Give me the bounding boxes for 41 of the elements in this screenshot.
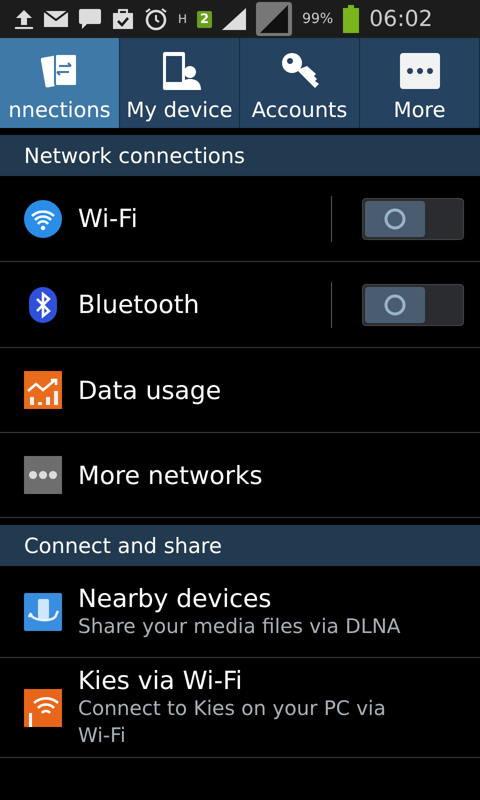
tab[interactable]: Accounts bbox=[240, 38, 360, 128]
upload-icon bbox=[14, 8, 34, 30]
section-header: Connect and share bbox=[0, 525, 480, 566]
battery-icon bbox=[343, 5, 360, 33]
settings-row[interactable]: Data usage bbox=[0, 348, 480, 433]
row-title: Kies via Wi-Fi bbox=[78, 666, 244, 695]
mail-icon bbox=[44, 11, 68, 27]
chat-icon bbox=[78, 8, 102, 30]
tab[interactable]: nnections bbox=[0, 38, 120, 128]
wifi-icon bbox=[24, 200, 62, 238]
ring-icon bbox=[383, 292, 407, 316]
wifi-signal-icon bbox=[24, 688, 62, 726]
ring-icon bbox=[383, 206, 407, 230]
more-icon bbox=[398, 50, 440, 92]
signal-icon bbox=[222, 8, 246, 30]
tab[interactable]: More bbox=[360, 38, 480, 128]
tab[interactable]: My device bbox=[120, 38, 240, 128]
clock: 06:02 bbox=[369, 6, 433, 32]
toggle-switch[interactable] bbox=[362, 198, 464, 240]
alarm-icon bbox=[144, 7, 168, 31]
row-title: Nearby devices bbox=[78, 584, 272, 612]
bag-check-icon bbox=[112, 8, 134, 30]
row-title: Bluetooth bbox=[78, 290, 200, 319]
phone-share-icon bbox=[24, 592, 62, 630]
settings-row[interactable]: Nearby devices Share your media files via DLNA bbox=[0, 566, 480, 658]
row-subtitle: Share your media files via DLNA bbox=[78, 612, 402, 640]
row-subtitle: Connect to Kies on your PC via Wi-Fi bbox=[78, 695, 387, 749]
toggle-switch[interactable] bbox=[362, 284, 464, 326]
battery-percent: 99% bbox=[302, 11, 334, 27]
sim-badge: 2 bbox=[197, 10, 212, 28]
network-type: H bbox=[178, 12, 188, 26]
row-title: More networks bbox=[78, 460, 262, 490]
settings-row[interactable]: Kies via Wi-Fi Connect to Kies on your PC via Wi-Fi bbox=[0, 658, 480, 758]
settings-row[interactable]: Bluetooth bbox=[0, 262, 480, 348]
section-header: Network connections bbox=[0, 135, 480, 176]
more-icon bbox=[24, 456, 62, 494]
settings-row[interactable]: More networks bbox=[0, 433, 480, 518]
settings-row[interactable]: Wi-Fi bbox=[0, 176, 480, 262]
chart-icon bbox=[24, 371, 62, 409]
row-title: Data usage bbox=[78, 376, 222, 404]
row-title: Wi-Fi bbox=[78, 204, 138, 233]
